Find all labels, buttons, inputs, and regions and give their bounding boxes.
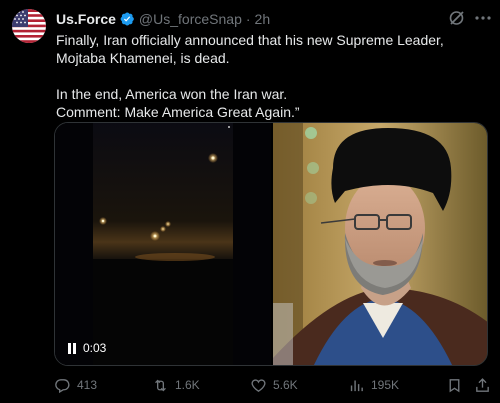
tweet-text: Finally, Iran officially announced that … bbox=[56, 31, 490, 121]
us-flag-icon bbox=[12, 9, 46, 43]
grok-icon[interactable] bbox=[448, 9, 466, 27]
repost-count: 1.6K bbox=[175, 378, 200, 392]
video-player[interactable]: 0:03 bbox=[55, 123, 271, 365]
tweet-text-line: Finally, Iran officially announced that … bbox=[56, 32, 444, 66]
heart-icon bbox=[251, 378, 266, 392]
separator-dot: · bbox=[245, 11, 251, 27]
tweet-header: Us.Force @Us_forceSnap · 2h bbox=[56, 10, 270, 28]
bookmark-icon bbox=[449, 378, 460, 392]
repost-button[interactable]: 1.6K bbox=[152, 375, 200, 395]
repost-icon bbox=[155, 379, 166, 391]
tweet-text-line: Comment: Make America Great Again.” bbox=[56, 104, 300, 120]
display-name[interactable]: Us.Force bbox=[56, 11, 116, 27]
media-container[interactable]: 0:03 bbox=[54, 122, 488, 366]
timestamp[interactable]: 2h bbox=[255, 11, 271, 27]
reply-button[interactable]: 413 bbox=[54, 375, 97, 395]
video-controls[interactable]: 0:03 bbox=[67, 341, 106, 355]
night-sky-video-frame bbox=[55, 123, 271, 365]
action-bar: 413 1.6K 5.6K 195K bbox=[54, 375, 494, 395]
handle[interactable]: @Us_forceSnap bbox=[139, 11, 242, 27]
bookmark-button[interactable] bbox=[446, 375, 463, 395]
reply-icon bbox=[55, 378, 70, 393]
tweet[interactable]: Us.Force @Us_forceSnap · 2h Finally, Ira… bbox=[0, 0, 500, 403]
views-count: 195K bbox=[371, 378, 400, 392]
like-button[interactable]: 5.6K bbox=[250, 375, 298, 395]
avatar[interactable] bbox=[12, 9, 46, 43]
share-button[interactable] bbox=[474, 375, 491, 395]
like-count: 5.6K bbox=[273, 378, 298, 392]
verified-badge-icon[interactable] bbox=[119, 11, 135, 27]
more-options-icon[interactable] bbox=[474, 9, 492, 27]
pause-icon[interactable] bbox=[67, 342, 77, 354]
tweet-text-line: In the end, America won the Iran war. bbox=[56, 86, 288, 102]
views-icon bbox=[350, 380, 363, 391]
video-time: 0:03 bbox=[83, 341, 107, 355]
photo[interactable] bbox=[273, 123, 487, 365]
views-button[interactable]: 195K bbox=[348, 375, 399, 395]
share-icon bbox=[476, 377, 489, 392]
reply-count: 413 bbox=[77, 378, 98, 392]
portrait-photo bbox=[273, 123, 487, 365]
